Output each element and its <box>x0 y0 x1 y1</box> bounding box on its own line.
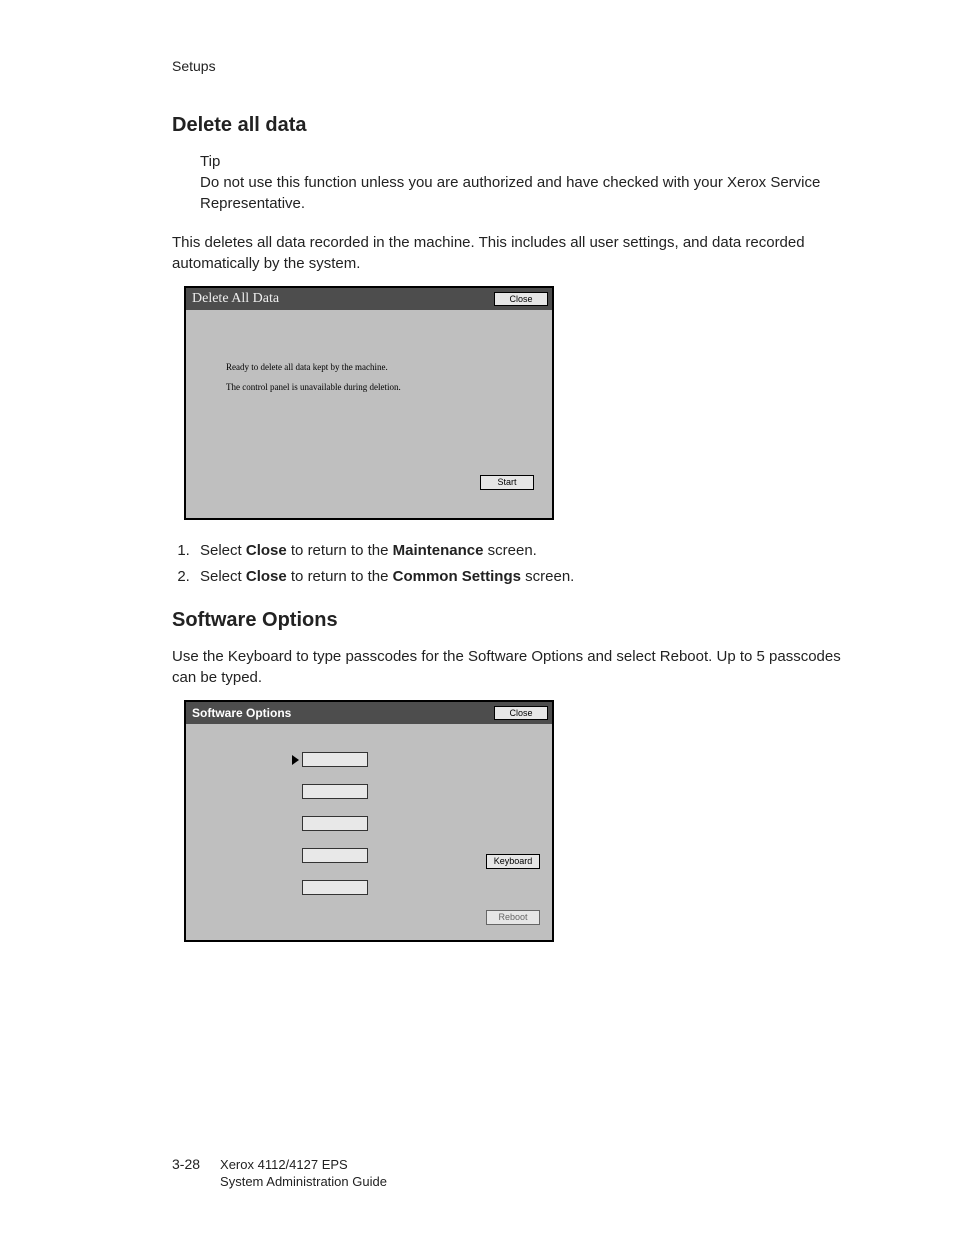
tip-body: Do not use this function unless you are … <box>200 172 854 214</box>
step-1: Select Close to return to the Maintenanc… <box>194 538 854 564</box>
delete-intro: This deletes all data recorded in the ma… <box>172 232 854 274</box>
close-button[interactable]: Close <box>494 706 548 721</box>
software-options-screenshot: Software Options Close Keyboard Reboot <box>184 700 554 942</box>
passcode-field-1[interactable] <box>302 752 368 767</box>
dialog-message-2: The control panel is unavailable during … <box>226 382 401 392</box>
reboot-button[interactable]: Reboot <box>486 910 540 925</box>
passcode-field-5[interactable] <box>302 880 368 895</box>
steps-list: Select Close to return to the Maintenanc… <box>172 538 854 589</box>
step-2: Select Close to return to the Common Set… <box>194 564 854 590</box>
start-button[interactable]: Start <box>480 475 534 490</box>
selection-arrow-icon <box>292 755 299 765</box>
keyboard-button[interactable]: Keyboard <box>486 854 540 869</box>
dialog-message-1: Ready to delete all data kept by the mac… <box>226 362 388 372</box>
dialog-title: Software Options <box>192 706 291 720</box>
section-title-delete: Delete all data <box>172 114 854 137</box>
dialog-title: Delete All Data <box>192 291 279 307</box>
passcode-field-4[interactable] <box>302 848 368 863</box>
passcode-field-3[interactable] <box>302 816 368 831</box>
section-title-software: Software Options <box>172 609 854 632</box>
passcode-field-2[interactable] <box>302 784 368 799</box>
running-header: Setups <box>172 58 854 74</box>
close-button[interactable]: Close <box>494 292 548 307</box>
tip-label: Tip <box>200 151 854 172</box>
footer-line-2: System Administration Guide <box>220 1174 387 1189</box>
page-footer: 3-28 Xerox 4112/4127 EPS System Administ… <box>172 1156 387 1191</box>
delete-all-data-screenshot: Delete All Data Close Ready to delete al… <box>184 286 554 520</box>
page-number: 3-28 <box>172 1156 200 1191</box>
software-intro: Use the Keyboard to type passcodes for t… <box>172 646 854 688</box>
footer-line-1: Xerox 4112/4127 EPS <box>220 1157 348 1172</box>
